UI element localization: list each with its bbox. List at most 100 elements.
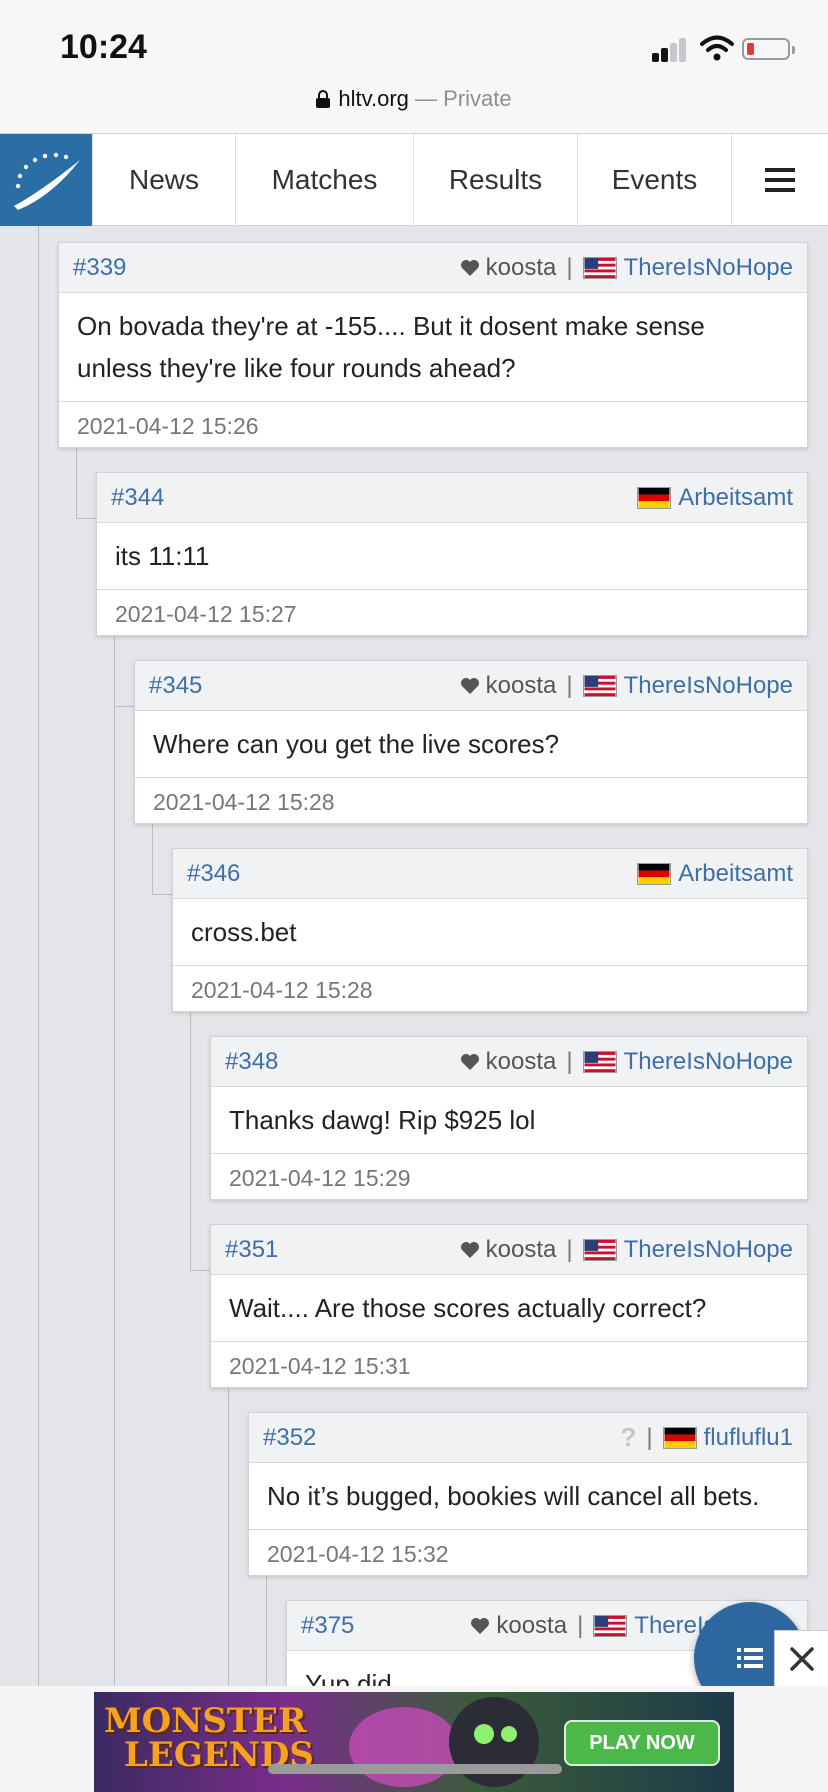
post-date: 2021-04-12 15:26 [77, 412, 259, 439]
nav-results[interactable]: Results [413, 134, 577, 226]
post-number-link[interactable]: #348 [225, 1048, 278, 1076]
comment-thread: #339 koosta | ThereIsNoHope On bovada th… [0, 226, 828, 1686]
username-link[interactable]: ThereIsNoHope [624, 1236, 793, 1264]
post-date: 2021-04-12 15:29 [229, 1164, 411, 1191]
post-351: #351 koosta | ThereIsNoHope Wait.... Are… [210, 1224, 808, 1388]
lock-icon [316, 90, 331, 108]
post-number-link[interactable]: #344 [111, 484, 164, 512]
ad-brand-logo: MONSTER LEGENDS [104, 1704, 314, 1772]
post-text-line: Wait.... Are those scores actually corre… [229, 1293, 707, 1323]
de-flag-icon [662, 1426, 697, 1449]
nav-news[interactable]: News [92, 134, 235, 226]
post-date: 2021-04-12 15:28 [191, 976, 373, 1003]
ad-brand-line: MONSTER [104, 1701, 307, 1741]
unknown-favorite-icon: ? [620, 1422, 637, 1452]
post-author: koosta | ThereIsNoHope [460, 1236, 793, 1264]
post-text-line: Where can you get the live scores? [153, 729, 560, 759]
username-link[interactable]: ThereIsNoHope [624, 672, 793, 700]
username-link[interactable]: Arbeitsamt [678, 484, 793, 512]
heart-icon [460, 677, 479, 694]
favorite-player: koosta [485, 671, 557, 699]
post-author: Arbeitsamt [637, 484, 793, 512]
post-339: #339 koosta | ThereIsNoHope On bovada th… [58, 242, 808, 448]
us-flag-icon [582, 674, 617, 697]
post-number-link[interactable]: #339 [73, 254, 126, 282]
us-flag-icon [582, 1238, 617, 1261]
wifi-icon [700, 35, 734, 61]
post-author: ? | flufluflu1 [620, 1422, 793, 1452]
de-flag-icon [637, 486, 672, 509]
post-text-line: On bovada they're at -155.... But it dos… [77, 311, 705, 341]
ad-bar: MONSTER LEGENDS PLAY NOW [0, 1686, 828, 1792]
post-352: #352 ? | flufluflu1 No it’s bugged, book… [248, 1412, 808, 1576]
post-348: #348 koosta | ThereIsNoHope Thanks dawg!… [210, 1036, 808, 1200]
us-flag-icon [582, 1050, 617, 1073]
post-number-link[interactable]: #375 [301, 1612, 354, 1640]
username-link[interactable]: ThereIsNoHope [624, 1048, 793, 1076]
post-346: #346 Arbeitsamt cross.bet 2021-04-12 15:… [172, 848, 808, 1012]
favorite-player: koosta [485, 1047, 557, 1075]
post-number-link[interactable]: #346 [187, 860, 240, 888]
monster-artwork [349, 1697, 539, 1787]
heart-icon [460, 259, 479, 276]
post-text-line: Thanks dawg! Rip $925 lol [229, 1105, 536, 1135]
post-text-line: unless they're like four rounds ahead? [77, 353, 516, 383]
favorite-player: koosta [496, 1611, 568, 1639]
url-domain: hltv.org [338, 86, 409, 111]
post-text-line: cross.bet [191, 917, 297, 947]
post-author: koosta | ThereIsNoHope [460, 672, 793, 700]
username-link[interactable]: flufluflu1 [704, 1424, 793, 1452]
post-345: #345 koosta | ThereIsNoHope Where can yo… [134, 660, 808, 824]
post-author: koosta | ThereIsNoHope [460, 1048, 793, 1076]
post-text: Thanks dawg! Rip $925 lol [211, 1087, 807, 1154]
battery-icon [742, 38, 795, 60]
post-number-link[interactable]: #352 [263, 1424, 316, 1452]
us-flag-icon [593, 1614, 628, 1637]
post-number-link[interactable]: #351 [225, 1236, 278, 1264]
post-text: Where can you get the live scores? [135, 711, 807, 778]
hltv-logo[interactable] [0, 134, 92, 226]
post-text: cross.bet [173, 899, 807, 966]
us-flag-icon [582, 256, 617, 279]
post-number-link[interactable]: #345 [149, 672, 202, 700]
menu-button[interactable] [731, 134, 828, 225]
nav-matches[interactable]: Matches [235, 134, 413, 226]
site-nav: News Matches Results Events [0, 134, 828, 226]
url-separator: — [408, 86, 444, 111]
username-link[interactable]: ThereIsNoHope [624, 254, 793, 282]
screen: { "status_bar": { "time": "10:24" }, "br… [0, 0, 828, 1792]
post-author: koosta | ThereIsN [470, 1612, 733, 1640]
heart-icon [471, 1617, 490, 1634]
play-now-button[interactable]: PLAY NOW [564, 1720, 720, 1766]
post-date: 2021-04-12 15:32 [267, 1540, 449, 1567]
post-date: 2021-04-12 15:31 [229, 1352, 411, 1379]
logo-icon [14, 152, 80, 210]
list-icon [737, 1648, 763, 1668]
status-bar: 10:24 hltv.org — Private [0, 0, 828, 134]
post-text: On bovada they're at -155.... But it dos… [59, 293, 807, 402]
nav-events[interactable]: Events [577, 134, 731, 226]
url-bar[interactable]: hltv.org — Private [0, 86, 828, 112]
hamburger-icon [765, 167, 795, 192]
post-344: #344 Arbeitsamt its 11:11 2021-04-12 15:… [96, 472, 808, 636]
post-text-line: No it’s bugged, bookies will cancel all … [267, 1481, 760, 1511]
heart-icon [460, 1053, 479, 1070]
favorite-player: koosta [485, 1235, 557, 1263]
heart-icon [460, 1241, 479, 1258]
favorite-player: koosta [485, 253, 557, 281]
clock: 10:24 [60, 28, 147, 66]
post-text: No it’s bugged, bookies will cancel all … [249, 1463, 807, 1530]
de-flag-icon [637, 862, 672, 885]
signal-icon [652, 38, 688, 62]
ad-close-button[interactable] [774, 1630, 828, 1686]
ad-banner[interactable]: MONSTER LEGENDS PLAY NOW [94, 1692, 734, 1792]
username-link[interactable]: Arbeitsamt [678, 860, 793, 888]
post-date: 2021-04-12 15:27 [115, 600, 297, 627]
post-date: 2021-04-12 15:28 [153, 788, 335, 815]
post-author: koosta | ThereIsNoHope [460, 254, 793, 282]
private-label: Private [443, 86, 512, 111]
post-text-line: its 11:11 [115, 541, 210, 571]
post-author: Arbeitsamt [637, 860, 793, 888]
post-text: its 11:11 [97, 523, 807, 590]
post-text: Wait.... Are those scores actually corre… [211, 1275, 807, 1342]
